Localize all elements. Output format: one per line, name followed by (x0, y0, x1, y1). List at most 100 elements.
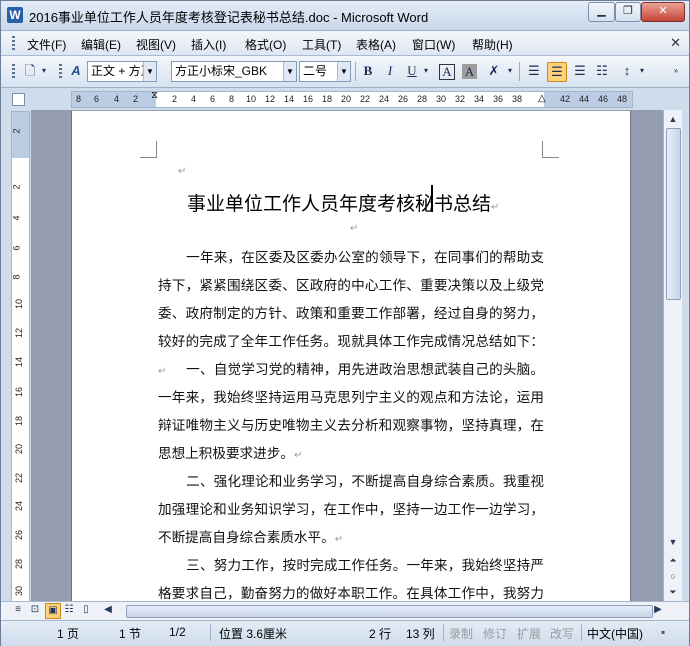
ruler-tick: 16 (303, 94, 314, 104)
document-title[interactable]: 事业单位工作人员年度考核秘书总结↵ (187, 189, 499, 216)
reading-layout-view-icon[interactable]: ▯ (79, 603, 93, 617)
italic-button[interactable]: I (381, 62, 399, 80)
ruler-tick: 42 (560, 94, 571, 104)
distributed-align-icon[interactable]: ☷ (593, 62, 611, 80)
tab-selector-icon[interactable] (12, 93, 25, 106)
phonetic-guide-icon[interactable]: ✗ (485, 62, 503, 80)
status-track-changes[interactable]: 修订 (483, 625, 507, 642)
underline-dropdown-icon[interactable]: ▾ (421, 62, 431, 80)
previous-page-icon[interactable]: ⏶ (665, 552, 681, 568)
ruler-tick: 8 (229, 94, 235, 104)
menu-bar: 文件(F) 编辑(E) 视图(V) 插入(I) 格式(O) 工具(T) 表格(A… (1, 31, 689, 56)
body-paragraph[interactable]: 三、努力工作，按时完成工作任务。一年来，我始终坚持严格要求自己，勤奋努力的做好本… (158, 552, 544, 601)
spelling-status-icon[interactable]: ▪ (661, 625, 665, 639)
document-close-icon[interactable]: ✕ (670, 35, 681, 51)
align-justify-icon[interactable]: ☰ (525, 62, 543, 80)
status-language[interactable]: 中文(中国) (587, 625, 643, 642)
close-button[interactable]: ✕ (641, 2, 685, 22)
style-combo[interactable]: 正文 + 方正 ▼ (87, 61, 157, 82)
status-record[interactable]: 录制 (449, 625, 473, 642)
bold-button[interactable]: B (359, 62, 377, 80)
print-layout-view-icon[interactable]: ▣ (45, 603, 61, 619)
ruler-tick: 22 (14, 472, 25, 484)
status-page: 1 页 (57, 627, 80, 641)
ruler-tick: 2 (11, 128, 22, 134)
vertical-scrollbar[interactable]: ▲ ▼ ⏶ ○ ⏷ (663, 110, 682, 601)
toolbar-overflow-icon[interactable]: » (671, 62, 681, 80)
menu-insert[interactable]: 插入(I) (191, 36, 226, 53)
underline-button[interactable]: U (403, 62, 421, 80)
ruler-tick: 24 (379, 94, 390, 104)
character-border-button[interactable]: A (439, 64, 455, 80)
menu-grip[interactable] (12, 36, 15, 51)
menu-tools[interactable]: 工具(T) (302, 36, 341, 53)
ruler-tick: 18 (322, 94, 333, 104)
ruler-tick: 44 (579, 94, 590, 104)
styles-pane-icon[interactable]: A (67, 62, 85, 80)
maximize-button[interactable]: ❐ (615, 2, 641, 22)
chevron-down-icon[interactable]: ▼ (283, 62, 296, 81)
toolbar-options-icon[interactable]: ▾ (39, 62, 49, 80)
menu-edit[interactable]: 编辑(E) (81, 36, 121, 53)
scroll-right-icon[interactable]: ▶ (651, 603, 665, 617)
body-paragraph[interactable]: 二、强化理论和业务学习，不断提高自身综合素质。我重视加强理论和业务知识学习，在工… (158, 468, 544, 554)
ruler-tick: 10 (14, 298, 25, 310)
word-app-icon[interactable]: W (7, 7, 23, 23)
status-bar: 1 页 1 节 1/2 位置 3.6厘米 2 行 13 列 录制 修订 扩展 改… (1, 620, 689, 646)
word-window: W 2016事业单位工作人员年度考核登记表秘书总结.doc - Microsof… (0, 0, 690, 646)
normal-view-icon[interactable]: ≡ (11, 603, 25, 617)
font-size-combo[interactable]: 二号 ▼ (299, 61, 351, 82)
menu-help[interactable]: 帮助(H) (472, 36, 513, 53)
title-bar: W 2016事业单位工作人员年度考核登记表秘书总结.doc - Microsof… (1, 1, 689, 31)
body-paragraph-text: 一年来，在区委及区委办公室的领导下，在同事们的帮助支持下，紧紧围绕区委、区政府的… (158, 250, 544, 350)
menu-view[interactable]: 视图(V) (136, 36, 176, 53)
new-document-icon[interactable]: 🗋 (21, 62, 39, 80)
scroll-up-icon[interactable]: ▲ (665, 111, 681, 127)
vertical-scroll-thumb[interactable] (666, 128, 681, 300)
line-spacing-dropdown-icon[interactable]: ▾ (637, 62, 647, 80)
next-page-icon[interactable]: ⏷ (665, 584, 681, 600)
chevron-down-icon[interactable]: ▼ (143, 62, 156, 81)
menu-window[interactable]: 窗口(W) (412, 36, 455, 53)
menu-format[interactable]: 格式(O) (245, 36, 286, 53)
scroll-down-icon[interactable]: ▼ (665, 534, 681, 550)
line-spacing-icon[interactable]: ↕ (618, 62, 636, 80)
align-right-icon[interactable]: ☰ (571, 62, 589, 80)
align-center-icon[interactable]: ☰ (547, 62, 567, 82)
toolbar-grip-2[interactable] (59, 64, 62, 79)
document-page[interactable]: ↵ 事业单位工作人员年度考核秘书总结↵ ↵ 一年来，在区委及区委办公室的领导下，… (71, 111, 631, 601)
character-shading-button[interactable]: A (462, 64, 477, 79)
web-layout-view-icon[interactable]: ⊡ (28, 603, 42, 617)
body-paragraph[interactable]: 一、自觉学习党的精神，用先进政治思想武装自己的头脑。一年来，我始终坚持运用马克思… (158, 356, 544, 470)
status-extend[interactable]: 扩展 (517, 625, 541, 642)
menu-file[interactable]: 文件(F) (27, 36, 66, 53)
status-separator (581, 624, 582, 641)
ruler-tick: 6 (94, 94, 100, 104)
horizontal-scrollbar[interactable]: ≡ ⊡ ▣ ☷ ▯ ◀ ▶ (1, 601, 689, 620)
menu-table[interactable]: 表格(A) (356, 36, 396, 53)
status-page-count: 1/2 (169, 625, 186, 639)
body-paragraph-text: 二、强化理论和业务学习，不断提高自身综合素质。我重视加强理论和业务知识学习，在工… (158, 474, 544, 546)
close-icon: ✕ (658, 5, 668, 17)
first-line-indent-icon[interactable]: ⧖ (151, 90, 158, 101)
ruler-tick: 20 (14, 443, 25, 455)
ruler-tick: 10 (246, 94, 257, 104)
scroll-left-icon[interactable]: ◀ (101, 603, 115, 617)
horizontal-scroll-thumb[interactable] (126, 605, 653, 618)
chevron-down-icon[interactable]: ▼ (337, 62, 350, 81)
ruler-tick: 46 (598, 94, 609, 104)
font-combo[interactable]: 方正小标宋_GBK ▼ (171, 61, 297, 82)
ruler-tick: 2 (133, 94, 139, 104)
ruler-tick: 4 (11, 215, 22, 221)
text-cursor (431, 185, 433, 212)
minimize-button[interactable]: ▁ (588, 2, 615, 22)
phonetic-dropdown-icon[interactable]: ▾ (505, 62, 515, 80)
ruler-tick: 14 (14, 356, 25, 368)
toolbar-grip[interactable] (12, 64, 15, 79)
status-overtype[interactable]: 改写 (550, 625, 574, 642)
right-indent-icon[interactable]: △ (538, 93, 546, 104)
vertical-ruler[interactable]: 2 2 4 6 8 10 12 14 16 18 20 22 24 26 28 … (11, 111, 30, 603)
select-browse-object-icon[interactable]: ○ (665, 568, 681, 584)
horizontal-ruler[interactable]: 8 6 4 2 ⧖ 2 4 6 8 10 12 14 16 18 20 22 2… (71, 90, 633, 108)
outline-view-icon[interactable]: ☷ (62, 603, 76, 617)
